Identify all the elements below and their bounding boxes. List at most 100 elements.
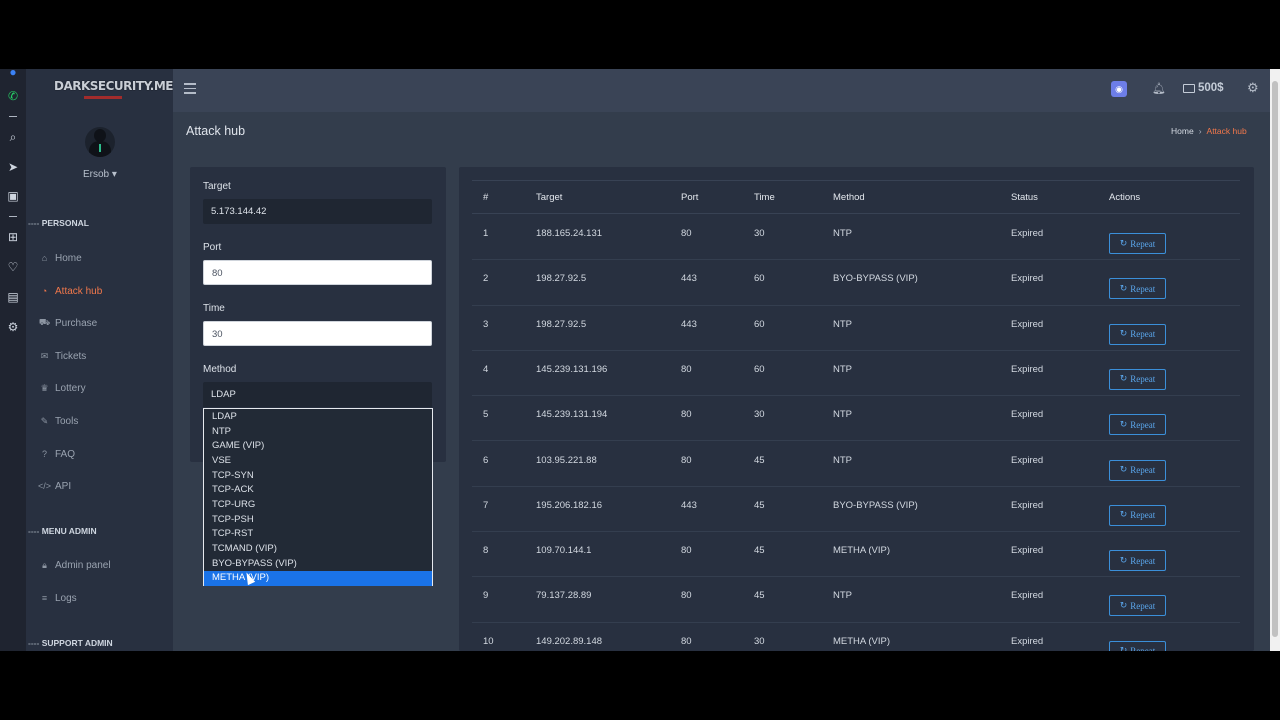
app-dot-icon[interactable]: ● xyxy=(6,69,20,79)
balance-button[interactable]: 500$ xyxy=(1183,82,1224,94)
repeat-button[interactable]: ↻Repeat xyxy=(1109,414,1166,436)
repeat-button[interactable]: ↻Repeat xyxy=(1109,278,1166,300)
row-port: 80 xyxy=(681,454,692,466)
sidebar-item-home[interactable]: ⌂ Home xyxy=(38,250,82,266)
repeat-button[interactable]: ↻Repeat xyxy=(1109,368,1166,390)
table-row: 3 198.27.92.5 443 60 NTP Expired ↻ Repeat xyxy=(472,306,1240,351)
target-input[interactable]: 5.173.144.42 xyxy=(203,199,432,224)
sidebar-item-attack-hub[interactable]: ◔ Attack hub xyxy=(38,283,102,299)
repeat-button[interactable]: ↻Repeat xyxy=(1109,459,1166,481)
app-window: ● ✆ ⌕ ➤ ▣ ⊞ ♡ ▤ ⚙ DARKSECURITY.ME Ersob … xyxy=(0,69,1280,651)
code-icon: </> xyxy=(38,481,52,491)
row-status: Expired xyxy=(1011,363,1044,375)
method-option[interactable]: TCP-URG xyxy=(204,498,432,513)
port-input[interactable]: 80 xyxy=(203,260,432,285)
row-method: NTP xyxy=(833,454,852,466)
envelope-icon: ✉ xyxy=(40,350,49,361)
section-support-admin: ---- SUPPORT ADMIN xyxy=(28,638,113,648)
table-row: 1 188.165.24.131 80 30 NTP Expired ↻ Repeat xyxy=(472,215,1240,261)
refresh-icon: ↻ xyxy=(1120,646,1128,651)
search-icon[interactable]: ⌕ xyxy=(6,130,20,144)
method-select[interactable]: LDAP xyxy=(203,382,432,407)
method-option[interactable]: TCP-SYN xyxy=(204,469,432,484)
row-target: 149.202.89.148 xyxy=(536,635,603,647)
sidebar-item-api[interactable]: </> API xyxy=(38,478,71,494)
discord-icon[interactable]: ◉ xyxy=(1111,81,1127,97)
row-status: Expired xyxy=(1011,228,1044,239)
target-label: Target xyxy=(203,181,231,192)
list-icon: ≡ xyxy=(41,593,48,603)
row-status: Expired xyxy=(1011,318,1044,330)
table-row: 5 145.239.131.194 80 30 NTP Expired ↻ Repeat xyxy=(472,396,1240,442)
method-option[interactable]: TCMAND (VIP) xyxy=(204,542,432,557)
row-status: Expired xyxy=(1011,590,1044,602)
row-time: 60 xyxy=(754,273,765,285)
col-header-target: Target xyxy=(536,192,563,203)
row-status: Expired xyxy=(1011,409,1044,421)
news-icon[interactable]: ▤ xyxy=(6,290,20,304)
method-option[interactable]: TCP-RST xyxy=(204,527,432,542)
user-menu[interactable]: Ersob ▾ xyxy=(83,169,117,180)
row-port: 80 xyxy=(681,635,692,647)
repeat-button[interactable]: ↻Repeat xyxy=(1109,323,1166,345)
repeat-button[interactable]: ↻Repeat xyxy=(1109,640,1166,651)
avatar[interactable] xyxy=(85,127,115,157)
cart-icon: ⛟ xyxy=(38,317,51,327)
home-icon: ⌂ xyxy=(41,253,48,263)
heart-icon[interactable]: ♡ xyxy=(6,260,20,274)
row-port: 443 xyxy=(681,318,697,330)
row-time: 30 xyxy=(754,409,765,421)
method-option[interactable]: TCP-PSH xyxy=(204,513,432,528)
sidebar-item-logs[interactable]: ≡ Logs xyxy=(38,590,77,606)
page-title: Attack hub xyxy=(186,124,246,138)
repeat-button[interactable]: ↻Repeat xyxy=(1109,595,1166,617)
chevron-right-icon: › xyxy=(1198,126,1202,136)
method-option[interactable]: LDAP xyxy=(204,410,432,425)
grid-icon[interactable]: ⊞ xyxy=(6,230,20,244)
method-option[interactable]: BYO-BYPASS (VIP) xyxy=(204,557,432,572)
method-option[interactable]: NTP xyxy=(204,425,432,440)
logo-underline xyxy=(84,96,122,99)
table-row: 10 149.202.89.148 80 30 METHA (VIP) Expired ↻R… xyxy=(472,623,1240,651)
bell-icon[interactable]: 🔔︎ xyxy=(1152,82,1166,95)
os-sidebar: ● ✆ ⌕ ➤ ▣ ⊞ ♡ ▤ ⚙ xyxy=(0,69,26,651)
row-target: 103.95.221.88 xyxy=(536,454,597,466)
sidebar-item-tickets[interactable]: ✉ Tickets xyxy=(38,348,87,364)
table-row: 2 198.27.92.5 443 60 BYO-BYPASS (VIP) Expired… xyxy=(472,260,1240,306)
whatsapp-icon[interactable]: ✆ xyxy=(6,89,20,103)
balance-value: 500$ xyxy=(1198,82,1224,94)
sidebar-item-tools[interactable]: ✎ Tools xyxy=(38,413,79,429)
refresh-icon: ↻ xyxy=(1119,555,1128,566)
repeat-label: Repeat xyxy=(1130,238,1156,249)
row-number: 10 xyxy=(483,635,494,647)
row-number: 1 xyxy=(483,228,489,239)
breadcrumb-home[interactable]: Home xyxy=(1171,126,1194,136)
method-option[interactable]: GAME (VIP) xyxy=(204,439,432,454)
time-input[interactable]: 30 xyxy=(203,321,432,346)
wallet-icon[interactable]: ▣ xyxy=(6,189,20,203)
method-option[interactable]: METHA (VIP) xyxy=(204,571,432,586)
row-time: 45 xyxy=(754,545,765,557)
row-target: 145.239.131.194 xyxy=(536,409,608,421)
repeat-button[interactable]: ↻Repeat xyxy=(1109,233,1166,254)
row-number: 3 xyxy=(483,318,489,330)
sidebar-item-faq[interactable]: ? FAQ xyxy=(38,446,75,462)
sidebar-item-admin-panel[interactable]: 🔒︎ Admin panel xyxy=(38,557,111,573)
os-divider xyxy=(9,116,17,117)
page-scrollbar[interactable] xyxy=(1270,69,1280,651)
sidebar-item-purchase[interactable]: ⛟ Purchase xyxy=(38,315,97,331)
method-option[interactable]: VSE xyxy=(204,454,432,469)
settings-icon[interactable]: ⚙ xyxy=(6,320,20,334)
row-method: NTP xyxy=(833,318,852,330)
repeat-button[interactable]: ↻Repeat xyxy=(1109,550,1166,572)
row-number: 6 xyxy=(483,454,489,466)
attack-history-table: # Target Port Time Method Status Actions… xyxy=(459,167,1254,651)
gear-icon[interactable]: ⚙ xyxy=(1247,80,1259,96)
row-port: 80 xyxy=(681,545,692,557)
sidebar-item-lottery[interactable]: ♛ Lottery xyxy=(38,380,85,396)
method-option[interactable]: TCP-ACK xyxy=(204,483,432,498)
row-method: METHA (VIP) xyxy=(833,545,891,557)
repeat-button[interactable]: ↻Repeat xyxy=(1109,504,1166,526)
menu-toggle-icon[interactable] xyxy=(184,83,196,97)
send-icon[interactable]: ➤ xyxy=(6,160,20,174)
